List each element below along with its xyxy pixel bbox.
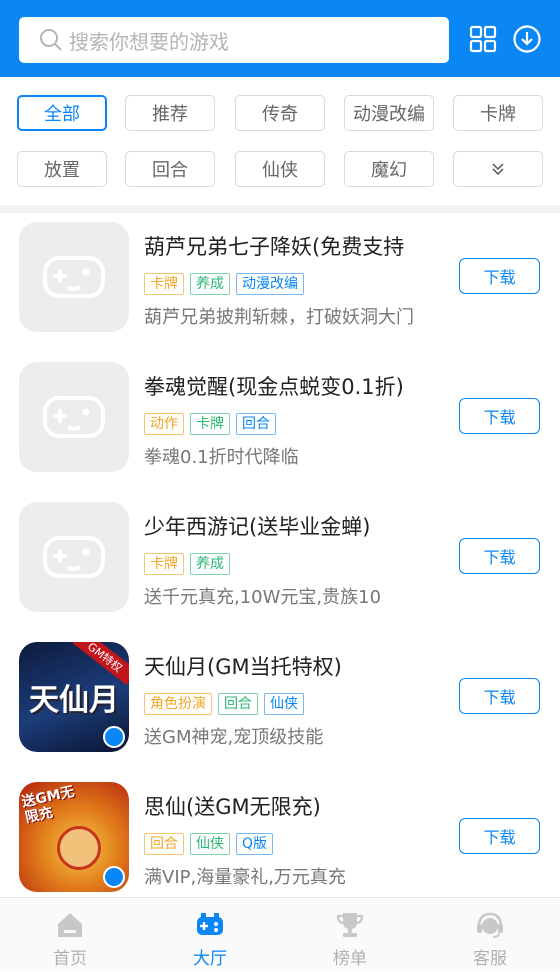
tab-label: 首页 bbox=[53, 949, 87, 969]
search-icon bbox=[40, 29, 62, 51]
filter-chip-fantasy[interactable]: 魔幻 bbox=[344, 151, 434, 187]
filter-chip-recommend[interactable]: 推荐 bbox=[125, 95, 215, 131]
game-tags: 卡牌 养成 bbox=[144, 553, 230, 575]
filter-chip-turn-based[interactable]: 回合 bbox=[125, 151, 215, 187]
game-tags: 角色扮演 回合 仙侠 bbox=[144, 693, 304, 715]
game-tags: 卡牌 养成 动漫改编 bbox=[144, 273, 304, 295]
bottom-tab-bar: 首页 大厅 榜单 客服 bbox=[0, 897, 560, 971]
game-title: 拳魂觉醒(现金点蜕变0.1折) bbox=[144, 375, 404, 399]
expand-filters-button[interactable] bbox=[453, 151, 543, 187]
section-divider bbox=[0, 205, 560, 213]
game-tag: 仙侠 bbox=[190, 833, 230, 855]
game-description: 送千元真充,10W元宝,贵族10 bbox=[144, 587, 382, 608]
character-face bbox=[57, 826, 101, 870]
game-list-item[interactable]: 葫芦兄弟七子降妖(免费支持 卡牌 养成 动漫改编 葫芦兄弟披荆斩棘，打破妖洞大门… bbox=[0, 213, 560, 353]
game-tag: 养成 bbox=[190, 273, 230, 295]
filter-chip-anime[interactable]: 动漫改编 bbox=[344, 95, 434, 131]
trophy-icon bbox=[336, 913, 364, 937]
download-button[interactable]: 下载 bbox=[459, 818, 540, 854]
top-bar: 搜索你想要的游戏 bbox=[0, 0, 560, 77]
download-manager-icon[interactable] bbox=[512, 24, 542, 54]
download-button[interactable]: 下载 bbox=[459, 258, 540, 294]
game-tag: Q版 bbox=[236, 833, 274, 855]
game-title: 思仙(送GM无限充) bbox=[144, 795, 321, 819]
gamepad-placeholder-icon bbox=[19, 362, 129, 472]
filter-chip-legend[interactable]: 传奇 bbox=[235, 95, 325, 131]
game-list: 葫芦兄弟七子降妖(免费支持 卡牌 养成 动漫改编 葫芦兄弟披荆斩棘，打破妖洞大门… bbox=[0, 213, 560, 897]
game-tag: 卡牌 bbox=[144, 273, 184, 295]
download-button[interactable]: 下载 bbox=[459, 538, 540, 574]
search-input[interactable]: 搜索你想要的游戏 bbox=[19, 17, 449, 63]
category-filters: 全部 推荐 传奇 动漫改编 卡牌 放置 回合 仙侠 魔幻 bbox=[0, 77, 560, 205]
filter-chip-all[interactable]: 全部 bbox=[17, 95, 107, 131]
game-description: 拳魂0.1折时代降临 bbox=[144, 447, 299, 468]
game-list-item[interactable]: 送GM无限充 思仙(送GM无限充) 回合 仙侠 Q版 满VIP,海量豪礼,万元真… bbox=[0, 773, 560, 897]
game-tag: 回合 bbox=[236, 413, 276, 435]
icon-artwork-text: 天仙月 bbox=[29, 683, 119, 718]
game-tag: 角色扮演 bbox=[144, 693, 212, 715]
game-tag: 回合 bbox=[218, 693, 258, 715]
filter-chip-card[interactable]: 卡牌 bbox=[453, 95, 543, 131]
game-description: 满VIP,海量豪礼,万元真充 bbox=[144, 867, 346, 888]
game-tags: 回合 仙侠 Q版 bbox=[144, 833, 274, 855]
tab-label: 大厅 bbox=[193, 949, 227, 969]
grid-icon[interactable] bbox=[468, 24, 498, 54]
tab-label: 榜单 bbox=[333, 949, 367, 969]
sixian-icon: 送GM无限充 bbox=[19, 782, 129, 892]
gamepad-placeholder-icon bbox=[19, 502, 129, 612]
game-title: 天仙月(GM当托特权) bbox=[144, 655, 342, 679]
game-list-item[interactable]: 少年西游记(送毕业金蝉) 卡牌 养成 送千元真充,10W元宝,贵族10 下载 bbox=[0, 493, 560, 633]
search-placeholder: 搜索你想要的游戏 bbox=[69, 29, 229, 54]
game-tag: 仙侠 bbox=[264, 693, 304, 715]
game-tag: 动作 bbox=[144, 413, 184, 435]
game-tag: 回合 bbox=[144, 833, 184, 855]
game-tag: 动漫改编 bbox=[236, 273, 304, 295]
tab-ranking[interactable]: 榜单 bbox=[280, 898, 420, 972]
gamepad-icon bbox=[197, 913, 223, 935]
game-title: 葫芦兄弟七子降妖(免费支持 bbox=[144, 235, 405, 259]
download-button[interactable]: 下载 bbox=[459, 678, 540, 714]
headset-icon bbox=[477, 912, 503, 938]
download-button[interactable]: 下载 bbox=[459, 398, 540, 434]
icon-artwork-text: 送GM无限充 bbox=[20, 783, 76, 827]
game-description: 送GM神宠,宠顶级技能 bbox=[144, 727, 324, 748]
platform-badge-icon bbox=[103, 726, 125, 748]
filter-chip-xianxia[interactable]: 仙侠 bbox=[235, 151, 325, 187]
tab-home[interactable]: 首页 bbox=[0, 898, 140, 972]
platform-badge-icon bbox=[103, 866, 125, 888]
game-tag: 养成 bbox=[190, 553, 230, 575]
game-description: 葫芦兄弟披荆斩棘，打破妖洞大门 bbox=[144, 307, 414, 328]
home-icon bbox=[58, 913, 82, 937]
filter-chip-idle[interactable]: 放置 bbox=[17, 151, 107, 187]
game-list-item[interactable]: 拳魂觉醒(现金点蜕变0.1折) 动作 卡牌 回合 拳魂0.1折时代降临 下载 bbox=[0, 353, 560, 493]
game-tag: 卡牌 bbox=[144, 553, 184, 575]
game-tag: 卡牌 bbox=[190, 413, 230, 435]
tab-hall[interactable]: 大厅 bbox=[140, 898, 280, 972]
chevron-double-down-icon bbox=[492, 163, 504, 176]
gamepad-placeholder-icon bbox=[19, 222, 129, 332]
tab-label: 客服 bbox=[473, 949, 507, 969]
tab-support[interactable]: 客服 bbox=[420, 898, 560, 972]
game-tags: 动作 卡牌 回合 bbox=[144, 413, 276, 435]
game-title: 少年西游记(送毕业金蝉) bbox=[144, 515, 371, 539]
game-list-item[interactable]: GM特权 天仙月 天仙月(GM当托特权) 角色扮演 回合 仙侠 送GM神宠,宠顶… bbox=[0, 633, 560, 773]
tianxianyue-icon: GM特权 天仙月 bbox=[19, 642, 129, 752]
